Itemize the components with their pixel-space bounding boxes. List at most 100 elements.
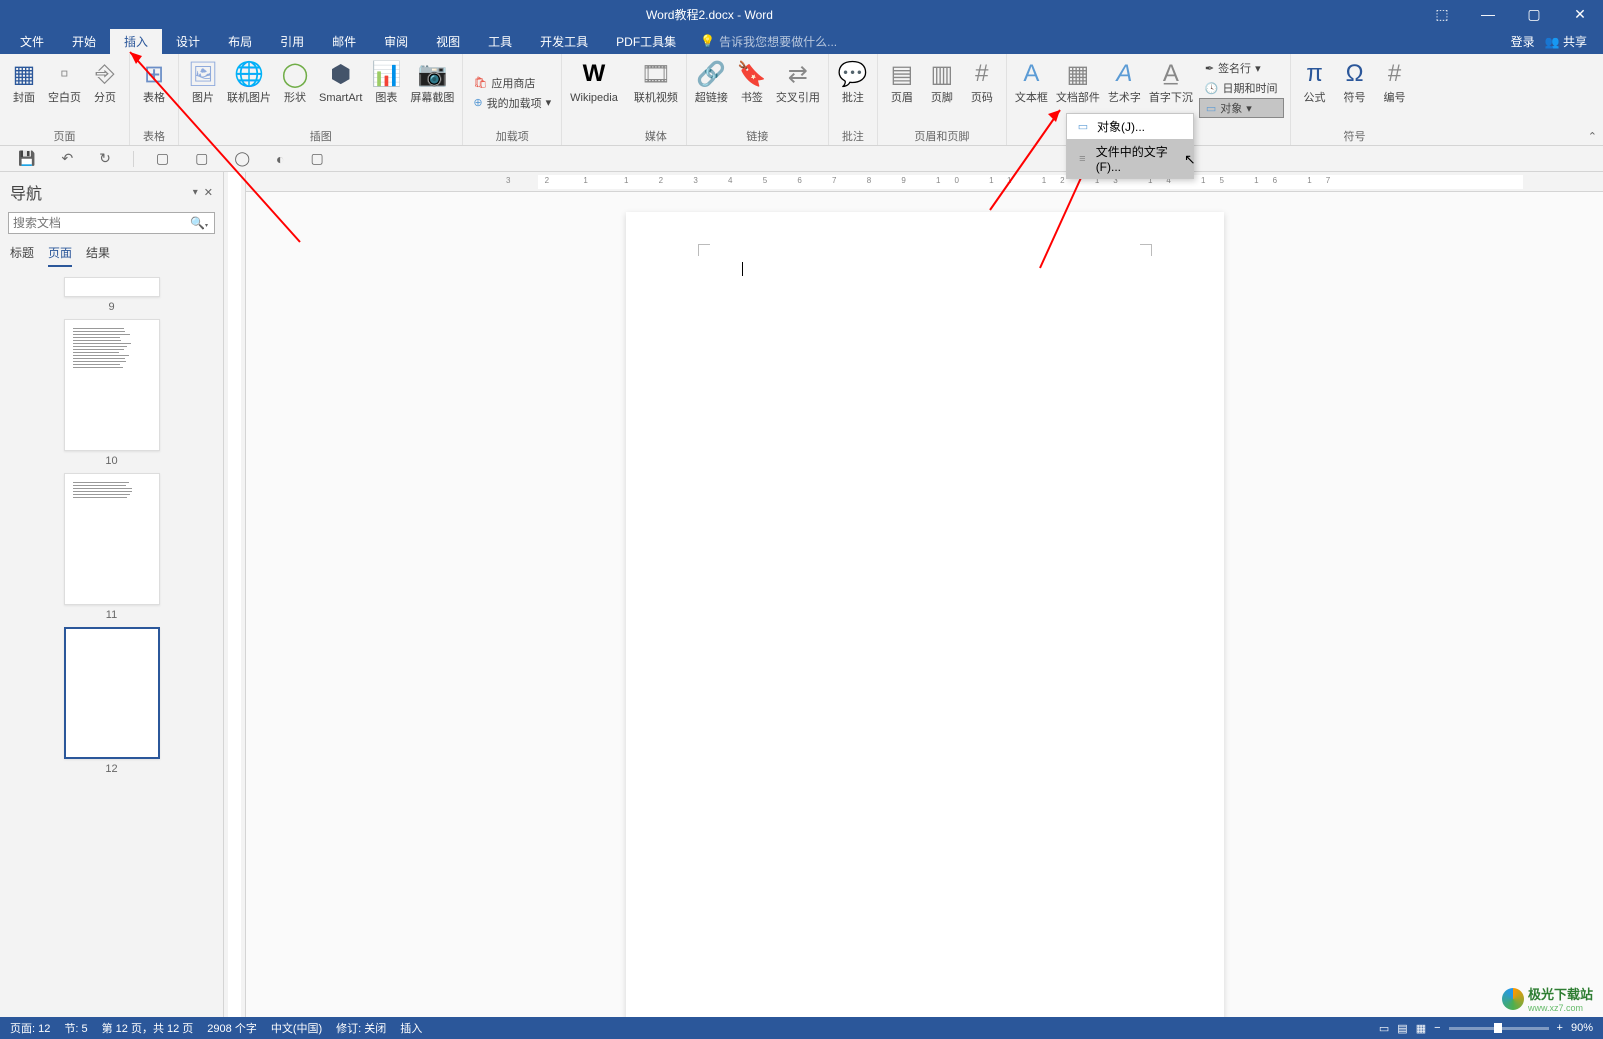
zoom-out-button[interactable]: − — [1434, 1022, 1440, 1034]
symbol-icon: Ω — [1339, 58, 1371, 90]
chart-button[interactable]: 📊图表 — [366, 56, 406, 129]
save-button[interactable]: 💾 — [14, 148, 39, 169]
menu-tab[interactable]: 开发工具 — [526, 29, 602, 54]
blank-page-button[interactable]: ▫空白页 — [44, 56, 85, 129]
dropdown-icon: ▾ — [546, 96, 552, 109]
shapes-icon: ◯ — [279, 58, 311, 90]
object-button[interactable]: ▭对象▾ — [1199, 98, 1284, 118]
zoom-level[interactable]: 90% — [1571, 1022, 1593, 1034]
document-canvas[interactable] — [246, 192, 1603, 1017]
menu-tab[interactable]: 插入 — [110, 29, 162, 54]
my-addins-button[interactable]: ⊕我的加载项▾ — [467, 93, 557, 113]
zoom-slider[interactable] — [1449, 1027, 1549, 1030]
object-menu-item[interactable]: ▭ 对象(J)... — [1067, 114, 1193, 139]
redo-button[interactable]: ↻ — [95, 148, 115, 169]
online-pictures-button[interactable]: 🌐联机图片 — [223, 56, 275, 129]
menu-tab[interactable]: 工具 — [474, 29, 526, 54]
nav-tab[interactable]: 页面 — [48, 244, 72, 267]
status-word-count[interactable]: 2908 个字 — [207, 1020, 257, 1036]
page-thumbnail[interactable]: 10 — [0, 319, 223, 467]
hyperlink-icon: 🔗 — [695, 58, 727, 90]
web-layout-button[interactable]: ▦ — [1416, 1022, 1426, 1035]
page-thumbnail[interactable]: 12 — [0, 627, 223, 775]
qat-button[interactable]: ◐ — [272, 149, 288, 169]
pictures-button[interactable]: 🖼图片 — [183, 56, 223, 129]
signature-line-button[interactable]: ✒签名行▾ — [1199, 58, 1284, 78]
menu-tab[interactable]: 邮件 — [318, 29, 370, 54]
menu-tab[interactable]: 视图 — [422, 29, 474, 54]
hyperlink-button[interactable]: 🔗超链接 — [691, 56, 732, 129]
parts-icon: ▦ — [1062, 58, 1094, 90]
ribbon-display-options-button[interactable]: ⬚ — [1419, 0, 1465, 28]
symbol-button[interactable]: Ω符号 — [1335, 56, 1375, 129]
number-button[interactable]: #编号 — [1375, 56, 1415, 129]
smartart-button[interactable]: ⬢SmartArt — [315, 56, 366, 129]
qat-button[interactable]: ▢ — [152, 148, 173, 169]
nav-tab[interactable]: 结果 — [86, 244, 110, 267]
tell-me-search[interactable]: 💡 告诉我您想要做什么... — [700, 33, 837, 50]
store-button[interactable]: 🛍应用商店 — [467, 73, 557, 93]
page-thumbnail[interactable]: 11 — [0, 473, 223, 621]
menu-tab[interactable]: PDF工具集 — [602, 29, 690, 54]
status-page-of[interactable]: 第 12 页，共 12 页 — [102, 1020, 194, 1036]
search-input[interactable] — [9, 216, 184, 230]
status-mode[interactable]: 插入 — [400, 1020, 422, 1036]
shapes-button[interactable]: ◯形状 — [275, 56, 315, 129]
blank-page-icon: ▫ — [49, 58, 81, 90]
print-layout-button[interactable]: ▤ — [1397, 1022, 1407, 1035]
status-language[interactable]: 中文(中国) — [271, 1020, 322, 1036]
screenshot-button[interactable]: 📷屏幕截图 — [406, 56, 458, 129]
read-mode-button[interactable]: ▭ — [1379, 1022, 1389, 1035]
store-icon: 🛍 — [473, 76, 487, 89]
nav-search-box[interactable]: 🔍▾ — [8, 212, 215, 234]
bookmark-button[interactable]: 🔖书签 — [732, 56, 772, 129]
menu-tab[interactable]: 引用 — [266, 29, 318, 54]
nav-dropdown-button[interactable]: ▾ — [193, 187, 198, 198]
text-from-file-menu-item[interactable]: ≡ 文件中的文字(F)... — [1067, 139, 1193, 178]
cover-page-button[interactable]: ▦封面 — [4, 56, 44, 129]
table-button[interactable]: ⊞表格 — [134, 56, 174, 129]
menu-tab[interactable]: 开始 — [58, 29, 110, 54]
text-box-button[interactable]: A文本框 — [1011, 56, 1052, 129]
online-video-button[interactable]: 🎞联机视频 — [630, 56, 682, 129]
footer-button[interactable]: ▥页脚 — [922, 56, 962, 129]
wikipedia-button[interactable]: WWikipedia — [566, 56, 622, 129]
comment-button[interactable]: 💬批注 — [833, 56, 873, 129]
date-time-button[interactable]: 🕓日期和时间 — [1199, 78, 1284, 98]
cursor-icon: ↖ — [1184, 151, 1196, 168]
cross-reference-button[interactable]: ⇄交叉引用 — [772, 56, 824, 129]
page-break-button[interactable]: ⎆分页 — [85, 56, 125, 129]
menu-tab[interactable]: 布局 — [214, 29, 266, 54]
page-thumbnail[interactable]: 9 — [0, 277, 223, 313]
qat-button[interactable]: ▢ — [191, 148, 212, 169]
document-page[interactable] — [626, 212, 1224, 1017]
nav-tab[interactable]: 标题 — [10, 244, 34, 267]
horizontal-ruler[interactable]: 3 2 1 1 2 3 4 5 6 7 8 9 10 11 12 13 14 1… — [246, 172, 1603, 192]
qat-button[interactable]: ◯ — [230, 148, 254, 169]
status-track[interactable]: 修订: 关闭 — [336, 1020, 386, 1036]
menu-tab[interactable]: 审阅 — [370, 29, 422, 54]
login-button[interactable]: 登录 — [1511, 33, 1535, 50]
menu-tab[interactable]: 设计 — [162, 29, 214, 54]
status-section[interactable]: 节: 5 — [64, 1020, 87, 1036]
close-button[interactable]: ✕ — [1557, 0, 1603, 28]
collapse-ribbon-button[interactable]: ⌃ — [1588, 130, 1597, 143]
undo-button[interactable]: ↶ — [57, 148, 77, 169]
maximize-button[interactable]: ▢ — [1511, 0, 1557, 28]
zoom-in-button[interactable]: + — [1557, 1022, 1563, 1034]
equation-button[interactable]: π公式 — [1295, 56, 1335, 129]
status-page[interactable]: 页面: 12 — [10, 1020, 50, 1036]
dropdown-icon: ▾ — [1246, 102, 1252, 115]
header-button[interactable]: ▤页眉 — [882, 56, 922, 129]
minimize-button[interactable]: — — [1465, 0, 1511, 28]
page-number-button[interactable]: #页码 — [962, 56, 1002, 129]
vertical-ruler[interactable] — [224, 172, 246, 1017]
qat-button[interactable]: ▢ — [307, 148, 328, 169]
menu-tab[interactable]: 文件 — [6, 29, 58, 54]
share-button[interactable]: 👥 共享 — [1545, 33, 1587, 50]
comment-icon: 💬 — [837, 58, 869, 90]
ribbon-group-pages: ▦封面 ▫空白页 ⎆分页 页面 — [0, 54, 130, 145]
nav-close-button[interactable]: ✕ — [204, 186, 213, 199]
search-icon[interactable]: 🔍▾ — [184, 216, 214, 230]
picture-icon: 🖼 — [187, 58, 219, 90]
